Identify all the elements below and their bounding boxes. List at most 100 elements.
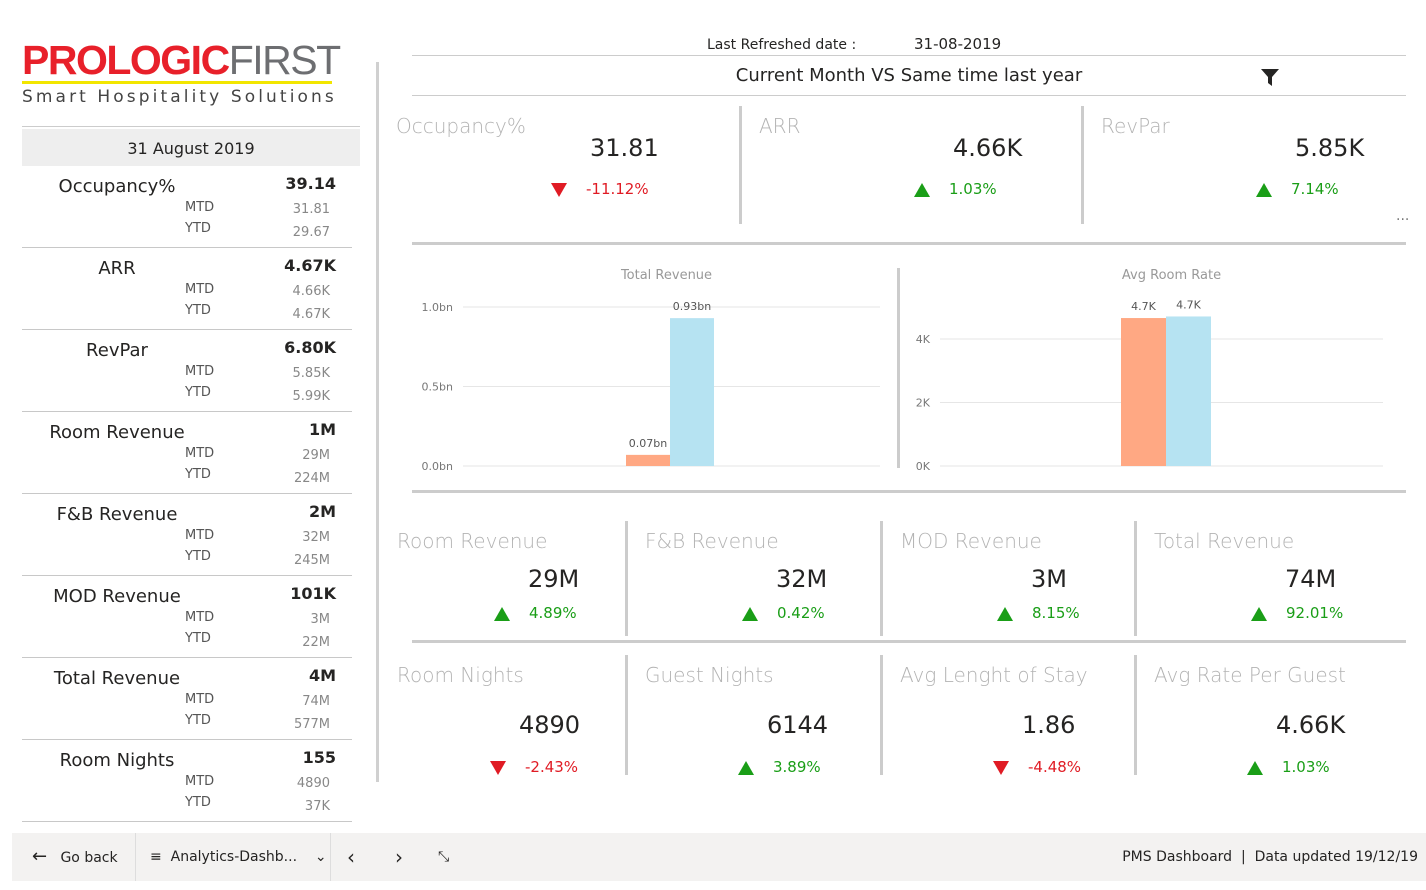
ytd-label: YTD bbox=[185, 467, 211, 482]
previous-page-button[interactable]: ‹ bbox=[347, 833, 355, 881]
logo: PROLOGICFIRST Smart Hospitality Solution… bbox=[22, 37, 341, 107]
kpi-value: 4.66K bbox=[953, 134, 1023, 162]
go-back-button[interactable]: ← Go back bbox=[32, 833, 118, 881]
arrow-left-icon: ← bbox=[32, 846, 48, 867]
divider bbox=[625, 655, 628, 775]
summary-row: Room Revenue 1M MTD YTD 29M 224M bbox=[22, 412, 352, 494]
mtd-label: MTD bbox=[185, 528, 215, 543]
summary-date: 31 August 2019 bbox=[22, 129, 360, 166]
go-back-label: Go back bbox=[60, 850, 118, 866]
kpi-title: Room Revenue bbox=[397, 529, 548, 553]
kpi-value: 32M bbox=[776, 565, 828, 593]
mtd-value: 4890 bbox=[296, 776, 330, 791]
kpi-title: F&B Revenue bbox=[645, 529, 779, 553]
ytd-label: YTD bbox=[185, 303, 211, 318]
kpi-delta: -11.12% bbox=[586, 180, 649, 198]
mtd-label: MTD bbox=[185, 610, 215, 625]
y-tick-label: 1.0bn bbox=[422, 301, 453, 314]
more-options-icon[interactable]: ... bbox=[1396, 208, 1409, 224]
kpi-delta: 4.89% bbox=[529, 604, 577, 622]
y-tick-label: 4K bbox=[916, 333, 931, 346]
divider bbox=[625, 521, 628, 636]
mtd-label: MTD bbox=[185, 282, 215, 297]
summary-row: RevPar 6.80K MTD YTD 5.85K 5.99K bbox=[22, 330, 352, 412]
kpi-delta: -2.43% bbox=[525, 758, 579, 776]
summary-row: ARR 4.67K MTD YTD 4.66K 4.67K bbox=[22, 248, 352, 330]
mtd-label: MTD bbox=[185, 774, 215, 789]
data-label: 4.7K bbox=[1131, 300, 1156, 313]
metric-name: Room Revenue bbox=[49, 422, 185, 443]
bar[interactable] bbox=[626, 454, 670, 466]
triangle-up-icon bbox=[1256, 183, 1272, 197]
triangle-up-icon bbox=[997, 607, 1013, 621]
chevron-down-icon: ⌄ bbox=[314, 849, 327, 865]
filter-icon[interactable] bbox=[1260, 68, 1280, 88]
kpi-title: Total Revenue bbox=[1154, 529, 1295, 553]
ytd-label: YTD bbox=[185, 795, 211, 810]
collapse-icon[interactable]: ⤡ bbox=[438, 833, 449, 881]
next-page-button[interactable]: › bbox=[395, 833, 403, 881]
mtd-value: 3M bbox=[310, 612, 331, 627]
y-tick-label: 0K bbox=[916, 460, 931, 473]
summary-row: MOD Revenue 101K MTD YTD 3M 22M bbox=[22, 576, 352, 658]
y-tick-label: 0.0bn bbox=[422, 460, 453, 473]
ytd-label: YTD bbox=[185, 549, 211, 564]
comparison-title: Current Month VS Same time last year bbox=[412, 58, 1406, 96]
summary-row: Room Nights 155 MTD YTD 4890 37K bbox=[22, 740, 352, 822]
metric-value: 101K bbox=[290, 584, 336, 603]
ytd-value: 245M bbox=[293, 553, 330, 568]
chart-title: Avg Room Rate bbox=[1122, 268, 1221, 283]
y-tick-label: 2K bbox=[916, 397, 931, 410]
divider bbox=[376, 62, 379, 782]
mtd-value: 31.81 bbox=[292, 202, 330, 217]
divider bbox=[412, 640, 1406, 643]
data-updated: Data updated 19/12/19 bbox=[1254, 849, 1418, 865]
ytd-value: 224M bbox=[293, 471, 330, 486]
triangle-up-icon bbox=[742, 607, 758, 621]
triangle-up-icon bbox=[1251, 607, 1267, 621]
page-selector[interactable]: ≡ Analytics-Dashb... ⌄ bbox=[150, 833, 327, 881]
kpi-value: 6144 bbox=[767, 711, 829, 739]
bar[interactable] bbox=[1121, 318, 1166, 466]
triangle-down-icon bbox=[490, 761, 506, 775]
triangle-down-icon bbox=[993, 761, 1009, 775]
mtd-label: MTD bbox=[185, 446, 215, 461]
summary-row: Total Revenue 4M MTD YTD 74M 577M bbox=[22, 658, 352, 740]
bar[interactable] bbox=[670, 318, 714, 466]
metric-value: 155 bbox=[302, 748, 336, 767]
mtd-value: 74M bbox=[302, 694, 330, 709]
metric-value: 4M bbox=[308, 666, 336, 685]
kpi-value: 74M bbox=[1285, 565, 1337, 593]
ytd-label: YTD bbox=[185, 221, 211, 236]
metric-name: Occupancy% bbox=[58, 176, 176, 197]
summary-row: F&B Revenue 2M MTD YTD 32M 245M bbox=[22, 494, 352, 576]
triangle-down-icon bbox=[551, 183, 567, 197]
kpi-value: 4.66K bbox=[1276, 711, 1346, 739]
divider bbox=[1134, 655, 1137, 775]
ytd-label: YTD bbox=[185, 713, 211, 728]
mtd-value: 4.66K bbox=[292, 284, 330, 299]
ytd-value: 5.99K bbox=[292, 389, 330, 404]
data-label: 0.07bn bbox=[629, 437, 667, 450]
kpi-delta: -4.48% bbox=[1028, 758, 1082, 776]
y-tick-label: 0.5bn bbox=[422, 381, 453, 394]
metric-value: 4.67K bbox=[284, 256, 336, 275]
kpi-value: 4890 bbox=[519, 711, 581, 739]
divider bbox=[412, 242, 1406, 245]
logo-brand-grey: FIRST bbox=[228, 37, 341, 83]
summary-row: Occupancy% 39.14 MTD YTD 31.81 29.67 bbox=[22, 166, 352, 248]
logo-brand-red: PROLOGIC bbox=[22, 37, 230, 83]
avg-room-rate-chart: Avg Room Rate 0K 2K 4K 4.7K 4.7K bbox=[916, 268, 1383, 473]
kpi-title: MOD Revenue bbox=[900, 529, 1042, 553]
bar[interactable] bbox=[1166, 316, 1211, 466]
divider bbox=[1081, 106, 1084, 224]
refreshed-value: 31-08-2019 bbox=[914, 35, 1002, 53]
kpi-delta: 8.15% bbox=[1032, 604, 1080, 622]
menu-icon: ≡ bbox=[150, 849, 162, 865]
triangle-up-icon bbox=[914, 183, 930, 197]
mtd-value: 29M bbox=[302, 448, 330, 463]
triangle-up-icon bbox=[738, 761, 754, 775]
kpi-title: Guest Nights bbox=[645, 663, 774, 687]
kpi-delta: 0.42% bbox=[777, 604, 825, 622]
divider bbox=[880, 521, 883, 636]
